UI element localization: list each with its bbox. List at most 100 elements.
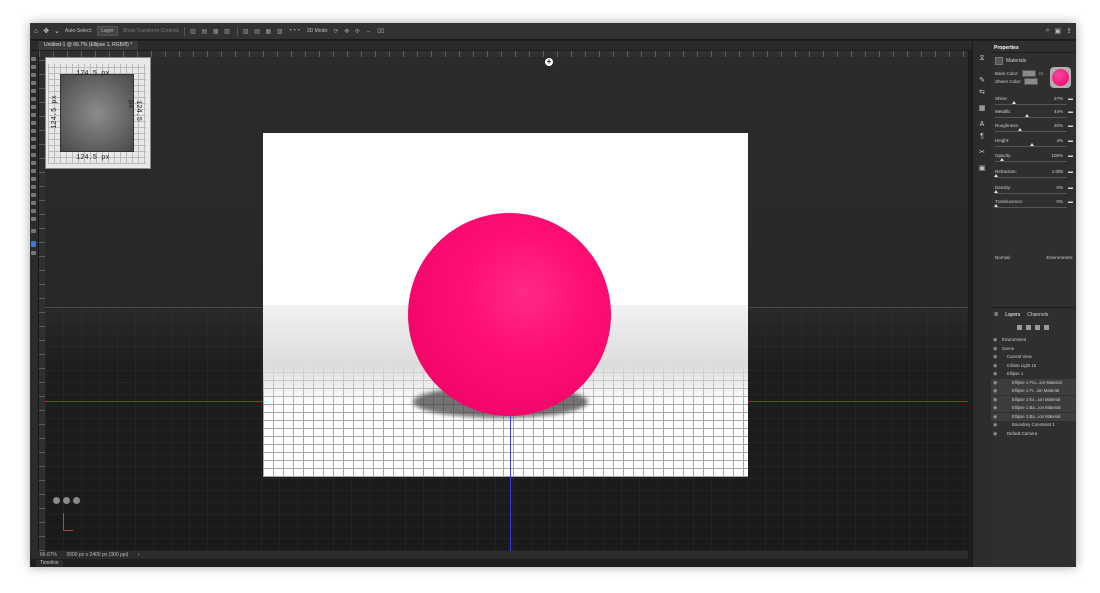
history-icon[interactable]: ⧖ [978,55,986,62]
layer-row[interactable]: ◉ Ellipse 1 Fr...ion Material [991,387,1076,395]
shape-tool[interactable] [31,201,36,205]
folder-icon[interactable]: ▬ [1068,109,1073,115]
marquee-tool[interactable] [31,65,36,69]
eraser-tool[interactable] [31,145,36,149]
delete-icon[interactable] [1044,325,1049,330]
slider-value[interactable]: 20% [1054,123,1063,128]
pen-tool[interactable] [31,177,36,181]
layer-row[interactable]: ◉ Ellipse 1 [991,370,1076,378]
canvas-workspace[interactable]: + 124.5 px 124.5 px 124.5 px 124.5 px [45,57,968,551]
history-brush-tool[interactable] [31,137,36,141]
folder-icon[interactable]: ▬ [1068,153,1073,159]
tab-channels[interactable]: Channels [1027,312,1048,318]
3d-axis-widget[interactable] [53,497,80,504]
libraries-icon[interactable]: ▣ [978,165,986,172]
slider-value[interactable]: 44% [1054,109,1063,114]
search-icon[interactable]: ⌕ [1046,27,1050,35]
folder-icon[interactable]: ▬ [1068,138,1073,144]
3d-sphere[interactable] [408,213,611,416]
align-icons[interactable]: ▥ ▤ ▦ ▧ [190,28,232,35]
tab-layers[interactable]: Layers [1005,312,1020,318]
properties-tab[interactable]: Properties [994,45,1019,51]
visibility-eye-icon[interactable]: ◉ [993,404,997,412]
link-icon[interactable] [1035,325,1040,330]
layer-row[interactable]: ◉ Ellipse 1 Fro...ion Material [991,378,1076,387]
visibility-eye-icon[interactable]: ◉ [993,413,997,421]
dodge-tool[interactable] [31,169,36,173]
filter-icon[interactable] [1017,325,1022,330]
path-select-tool[interactable] [31,193,36,197]
eyedropper-tool[interactable] [31,105,36,109]
folder-icon[interactable]: ▬ [1068,185,1073,191]
material-preview[interactable] [1050,67,1071,88]
layer-row[interactable]: ◉ Environment [991,336,1076,344]
slider-thumb[interactable] [1012,101,1017,104]
slider-thumb[interactable] [994,204,999,207]
layer-row[interactable]: ◉ Default Camera [991,430,1076,438]
visibility-eye-icon[interactable]: ◉ [993,362,997,370]
slider-value[interactable]: 0% [1056,185,1063,190]
slider-track[interactable] [995,177,1067,178]
layer-row[interactable]: ◉ Boundary Constraint 1 [991,421,1076,429]
more-options-icon[interactable]: ••• [290,28,302,34]
clone-stamp-tool[interactable] [31,129,36,133]
layer-row[interactable]: ◉ Scene [991,345,1076,353]
slider-thumb[interactable] [1024,114,1029,117]
slider-value[interactable]: 100% [1051,153,1063,158]
timeline-tab[interactable]: Timeline [36,560,63,567]
add-object-button[interactable]: + [545,58,553,66]
visibility-eye-icon[interactable]: ◉ [993,430,997,438]
visibility-eye-icon[interactable]: ◉ [993,379,997,387]
slider-thumb[interactable] [994,174,999,177]
slider-thumb[interactable] [1018,128,1023,131]
slider-track[interactable] [995,161,1067,162]
visibility-eye-icon[interactable]: ◉ [993,396,997,404]
slider-track[interactable] [995,117,1067,118]
move-tool-icon[interactable]: ✥ [43,27,49,35]
visibility-eye-icon[interactable]: ◉ [993,421,997,429]
folder-icon[interactable]: ▬ [1068,96,1073,102]
slider-thumb[interactable] [994,190,999,193]
slider-track[interactable] [995,207,1067,208]
quick-mask-button[interactable] [31,251,36,255]
folder-icon[interactable]: ▬ [1068,199,1073,205]
document-canvas[interactable] [263,133,748,477]
character-icon[interactable]: A [978,121,986,128]
zoom-level[interactable]: 66.67% [40,552,57,558]
slider-track[interactable] [995,131,1067,132]
slider-value[interactable]: 4% [1056,138,1063,143]
frame-tool[interactable] [31,97,36,101]
foreground-color-swatch[interactable] [31,241,36,247]
visibility-eye-icon[interactable]: ◉ [993,345,997,353]
zoom-tool[interactable] [31,217,36,221]
3d-panel-icon[interactable]: ▦ [978,105,986,112]
brush-tool[interactable] [31,121,36,125]
layer-select-dropdown[interactable]: Layer [97,26,118,36]
document-tab[interactable]: Untitled-1 @ 66.7% (Ellipse 1, RGB/8) * [38,41,139,50]
crop-tool[interactable] [31,89,36,93]
dolly-icon[interactable] [73,497,80,504]
materials-button[interactable]: Materials [995,57,1026,65]
lock-icon[interactable] [1026,325,1031,330]
layer-row[interactable]: ◉ Ellipse 1 Ex...ion Material [991,395,1076,404]
layer-row[interactable]: ◉ Infinite Light 15 [991,362,1076,370]
type-tool[interactable] [31,185,36,189]
slider-thumb[interactable] [1030,143,1035,146]
move-tool[interactable] [31,57,36,61]
visibility-eye-icon[interactable]: ◉ [993,336,997,344]
chevron-down-icon[interactable]: ⌄ [54,27,60,35]
chevron-right-icon[interactable]: › [138,552,140,558]
layer-row[interactable]: ◉ Ellipse 1 Ba...ion Material [991,404,1076,412]
environment-map-label[interactable]: Environment: [1046,255,1073,260]
blur-tool[interactable] [31,161,36,165]
hand-tool[interactable] [31,209,36,213]
pan-icon[interactable] [63,497,70,504]
slider-track[interactable] [995,146,1067,147]
base-color-swatch[interactable] [1021,70,1036,77]
navigator-thumbnail[interactable]: 124.5 px 124.5 px 124.5 px 124.5 px [45,57,151,169]
visibility-eye-icon[interactable]: ◉ [993,387,997,395]
folder-icon[interactable]: ▬ [1068,169,1073,175]
slider-track[interactable] [995,193,1067,194]
3d-mode-icons[interactable]: ⟳ ✥ ✣ ⇔ ⌧ [334,28,387,35]
edit-toolbar[interactable] [31,229,36,233]
